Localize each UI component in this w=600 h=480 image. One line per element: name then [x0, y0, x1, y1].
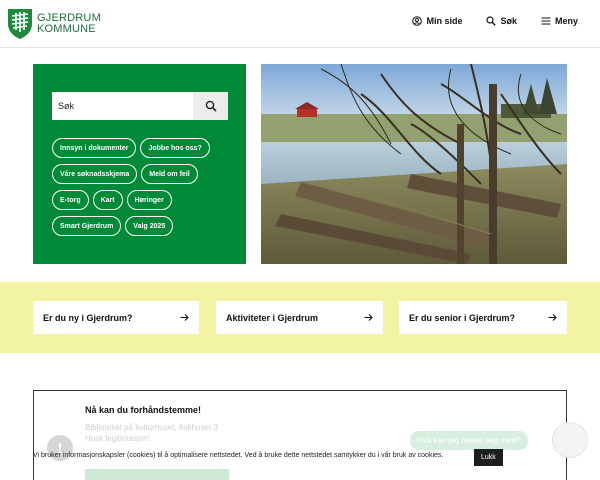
search-panel: Innsyn i dokumenter Jobbe hos oss? Våre … [33, 64, 246, 264]
card-aktiviteter[interactable]: Aktiviteter i Gjerdrum [216, 301, 383, 334]
chip-jobbe[interactable]: Jobbe hos oss? [140, 138, 210, 158]
landscape-photo [261, 64, 567, 264]
nav-min-side-label: Min side [426, 16, 463, 26]
site-header: GJERDRUM KOMMUNE Min side Søk Meny [0, 0, 600, 48]
search-icon [486, 16, 497, 26]
user-circle-icon [412, 16, 423, 26]
nav-search-label: Søk [500, 16, 517, 26]
arrow-right-icon [364, 314, 373, 321]
search-icon [205, 100, 217, 112]
notice-title: Nå kan du forhåndstemme! [85, 405, 202, 415]
notice-button[interactable] [85, 469, 229, 480]
arrow-right-icon [180, 314, 189, 321]
search-button[interactable] [193, 92, 228, 120]
chip-e-torg[interactable]: E-torg [52, 190, 89, 210]
quick-links: Innsyn i dokumenter Jobbe hos oss? Våre … [52, 138, 232, 236]
chip-kart[interactable]: Kart [92, 190, 123, 210]
chip-innsyn[interactable]: Innsyn i dokumenter [52, 138, 137, 158]
chip-soknadsskjema[interactable]: Våre søknadsskjema [52, 164, 138, 184]
search-box [52, 92, 228, 120]
card-senior[interactable]: Er du senior i Gjerdrum? [399, 301, 567, 334]
nav-min-side[interactable]: Min side [412, 16, 462, 26]
chip-meld-om-feil[interactable]: Meld om feil [141, 164, 198, 184]
search-input[interactable] [52, 92, 193, 120]
cookie-bar: Vi bruker informasjonskapsler (cookies) … [0, 449, 600, 467]
cookie-text: Vi bruker informasjonskapsler (cookies) … [33, 452, 444, 459]
nav-menu-label: Meny [554, 16, 578, 26]
nav-menu[interactable]: Meny [541, 16, 578, 26]
cookie-close-button[interactable]: Lukk [474, 449, 503, 466]
nav-search[interactable]: Søk [486, 16, 517, 26]
hero-photo [261, 64, 567, 264]
chip-valg-2025[interactable]: Valg 2025 [125, 216, 174, 236]
notice-line-2: Husk legitimasjon! [85, 434, 150, 443]
top-nav: Min side Søk Meny [412, 16, 578, 26]
logo[interactable]: GJERDRUM KOMMUNE [7, 8, 101, 40]
logo-text: GJERDRUM KOMMUNE [37, 13, 101, 35]
logo-line-2: KOMMUNE [37, 23, 96, 35]
coat-of-arms-icon [8, 9, 32, 39]
chip-smart-gjerdrum[interactable]: Smart Gjerdrum [52, 216, 122, 236]
menu-icon [541, 17, 551, 25]
card-ny-i-gjerdrum-label: Er du ny i Gjerdrum? [43, 312, 133, 323]
card-ny-i-gjerdrum[interactable]: Er du ny i Gjerdrum? [33, 301, 199, 334]
card-aktiviteter-label: Aktiviteter i Gjerdrum [226, 312, 319, 323]
notice-line-1: Biblioteket på kulturhuset, Askhuset 3 [85, 423, 218, 432]
card-senior-label: Er du senior i Gjerdrum? [409, 312, 516, 323]
chip-horinger[interactable]: Høringer [126, 190, 172, 210]
chat-bubble[interactable]: Hva kan jeg hjelpe deg med? [410, 431, 528, 450]
arrow-right-icon [548, 314, 557, 321]
